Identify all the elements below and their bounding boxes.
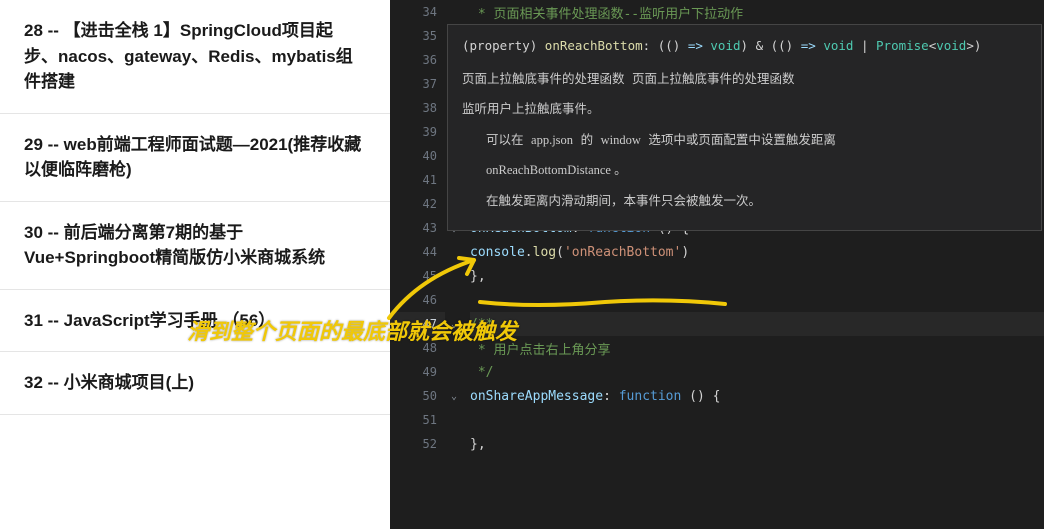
line-number: 45 [390,264,445,288]
line-number: 51 [390,408,445,432]
line-gutter: 343536⌄37383940⌄414243⌄44454647⌄484950⌄5… [390,0,445,529]
sidebar: 28 -- 【进击全栈 1】SpringCloud项目起步、nacos、gate… [0,0,390,529]
line-number: 35 [390,24,445,48]
line-number: 37 [390,72,445,96]
line-number: 40⌄ [390,144,445,168]
sidebar-item-30[interactable]: 30 -- 前后端分离第7期的基于Vue+Springboot精简版仿小米商城系… [0,202,390,290]
line-number: 48 [390,336,445,360]
sidebar-item-31[interactable]: 31 -- JavaScript学习手册 （56） [0,290,390,353]
code-area[interactable]: * 页面相关事件处理函数--监听用户下拉动作 onReachBottom: fu… [445,0,1044,529]
line-number: 36⌄ [390,48,445,72]
line-number: 39 [390,120,445,144]
code-line-47[interactable]: /** [470,312,1044,336]
line-number: 50⌄ [390,384,445,408]
code-editor[interactable]: 343536⌄37383940⌄414243⌄44454647⌄484950⌄5… [390,0,1044,529]
line-number: 34 [390,0,445,24]
code-comment: * 页面相关事件处理函数--监听用户下拉动作 [470,3,743,22]
code-line-49[interactable]: */ [470,360,1044,384]
sidebar-item-32[interactable]: 32 -- 小米商城项目(上) [0,352,390,415]
line-number: 42 [390,192,445,216]
line-number: 44 [390,240,445,264]
sidebar-item-28[interactable]: 28 -- 【进击全栈 1】SpringCloud项目起步、nacos、gate… [0,0,390,114]
code-line-52[interactable]: }, [470,432,1044,456]
code-line-48[interactable]: * 用户点击右上角分享 [470,336,1044,360]
line-number: 46 [390,288,445,312]
code-line-45[interactable]: }, [470,264,1044,288]
line-number: 52 [390,432,445,456]
line-number: 47⌄ [390,312,445,336]
line-number: 49 [390,360,445,384]
line-number: 38 [390,96,445,120]
sidebar-item-29[interactable]: 29 -- web前端工程师面试题—2021(推荐收藏以便临阵磨枪) [0,114,390,202]
tooltip-signature: (property) onReachBottom: (() => void) &… [462,35,1027,58]
intellisense-tooltip: (property) onReachBottom: (() => void) &… [447,24,1042,231]
code-line-44[interactable]: console.log('onReachBottom') [470,240,1044,264]
line-number: 41 [390,168,445,192]
tooltip-desc-1: 页面上拉触底事件的处理函数 页面上拉触底事件的处理函数 [462,68,1027,91]
code-line-50[interactable]: onShareAppMessage: function () { [470,384,1044,408]
tooltip-desc-4: onReachBottomDistance 。 [462,159,1027,182]
line-number: 43⌄ [390,216,445,240]
tooltip-desc-3: 可以在 app.json 的 window 选项中或页面配置中设置触发距离 [462,129,1027,152]
tooltip-desc-5: 在触发距离内滑动期间，本事件只会被触发一次。 [462,190,1027,213]
tooltip-desc-2: 监听用户上拉触底事件。 [462,98,1027,121]
